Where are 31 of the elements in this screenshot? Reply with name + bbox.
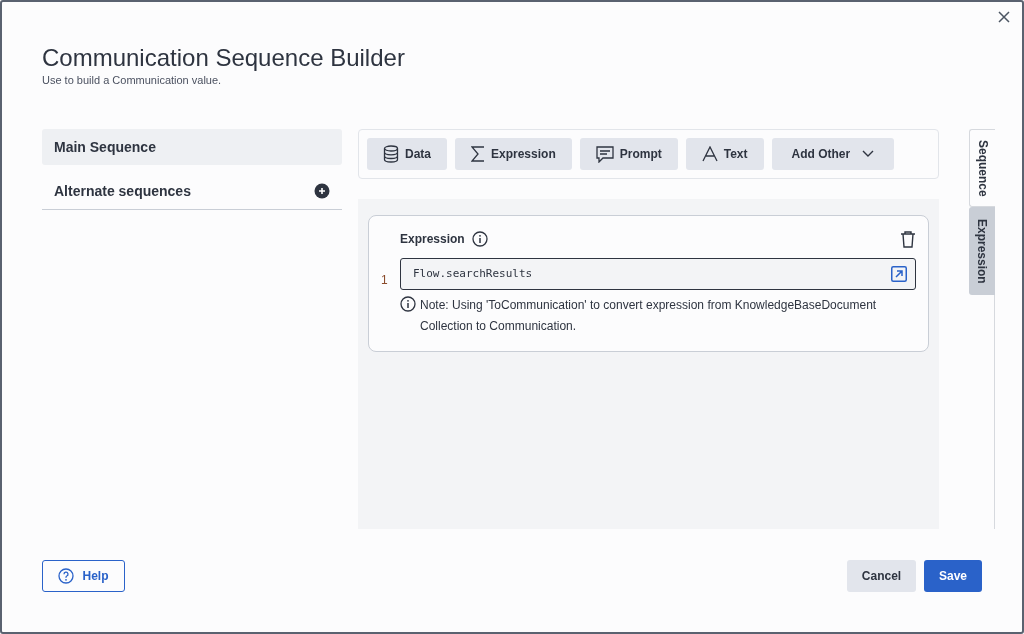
add-icon[interactable]: [314, 183, 330, 199]
toolbar-button[interactable]: Prompt: [579, 138, 678, 170]
toolbar-button[interactable]: Expression: [455, 138, 572, 170]
conversion-note: Note: Using 'ToCommunication' to convert expression from KnowledgeBaseDocument Collection to Communication.: [420, 297, 878, 335]
sidebar-item[interactable]: Main Sequence: [42, 129, 342, 165]
dialog-title: Communication Sequence Builder: [42, 43, 406, 73]
expand-icon[interactable]: [891, 266, 907, 282]
side-tab[interactable]: Sequence: [969, 129, 995, 207]
close-icon: [998, 11, 1010, 23]
expression-label: Expression: [400, 231, 465, 248]
speech-bubble-icon: [595, 145, 614, 163]
close-button[interactable]: [996, 9, 1012, 25]
info-icon[interactable]: [471, 231, 488, 247]
dialog-subtitle: Use to build a Communication value.: [42, 73, 223, 87]
database-icon: [383, 145, 399, 163]
help-button[interactable]: Help: [42, 560, 125, 592]
expression-field[interactable]: Flow.searchResults: [400, 258, 916, 290]
help-icon: [58, 568, 75, 584]
letter-icon: [701, 146, 718, 162]
toolbar-button[interactable]: Add Other: [771, 138, 895, 170]
side-tab[interactable]: Expression: [969, 207, 995, 295]
toolbar-button[interactable]: Data: [367, 138, 447, 170]
sidebar-item[interactable]: Alternate sequences: [42, 173, 342, 210]
chevron-down-icon: [862, 150, 875, 158]
save-button[interactable]: Save: [924, 560, 982, 592]
line-number: 1: [380, 272, 389, 289]
cancel-button[interactable]: Cancel: [847, 560, 916, 592]
toolbar-button[interactable]: Text: [685, 138, 764, 170]
info-icon: [400, 296, 416, 312]
trash-icon[interactable]: [900, 230, 916, 248]
sigma-icon: [471, 146, 485, 162]
